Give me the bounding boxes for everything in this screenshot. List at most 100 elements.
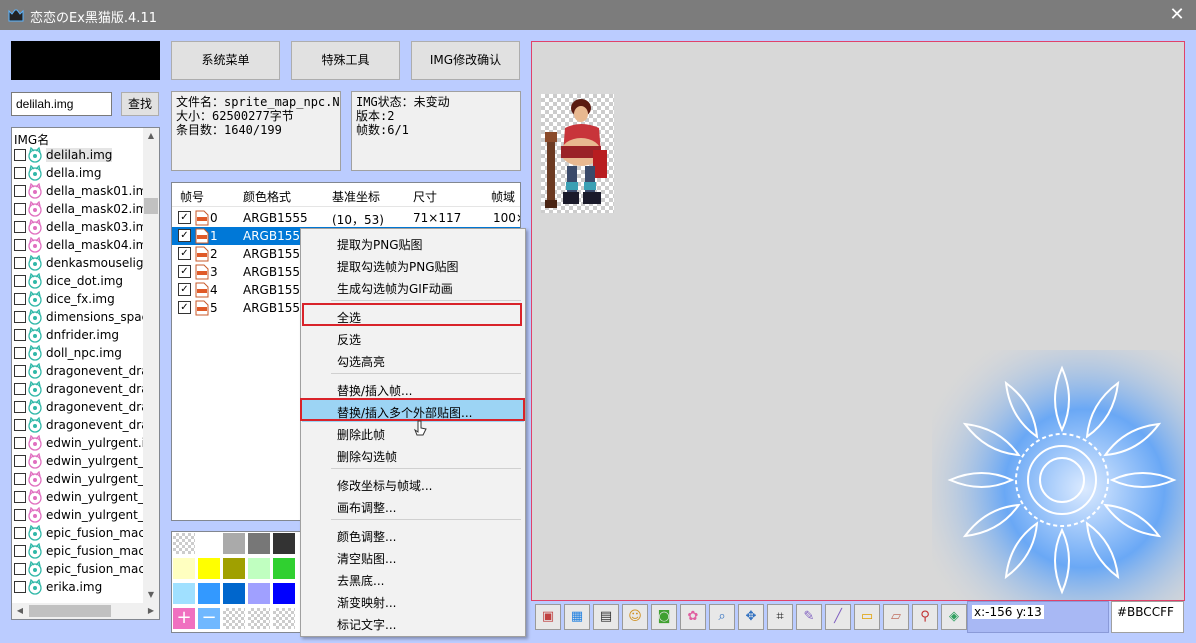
frame-checkbox[interactable]: ✓ — [178, 265, 191, 278]
cat-face-icon[interactable]: ☺ — [622, 604, 648, 630]
img-checkbox[interactable] — [14, 419, 26, 431]
preview-canvas[interactable] — [531, 41, 1185, 601]
context-menu-item[interactable]: 渐变映射... — [302, 590, 524, 612]
search-input[interactable] — [11, 92, 112, 116]
context-menu-item[interactable]: 替换/插入帧... — [302, 378, 524, 400]
add-color-icon[interactable]: + — [172, 607, 196, 630]
img-list-item[interactable]: edwin_yulrgent_r — [12, 506, 159, 524]
scroll-left-arrow-icon[interactable]: ◀ — [12, 603, 28, 619]
context-menu-item[interactable]: 标记文字... — [302, 612, 524, 634]
color-swatch[interactable] — [197, 532, 221, 555]
col-area-header[interactable]: 帧域 — [491, 188, 515, 205]
img-list-item[interactable]: della_mask03.img — [12, 218, 159, 236]
frame-checkbox[interactable]: ✓ — [178, 301, 191, 314]
img-list-item[interactable]: edwin_yulrgent_r — [12, 470, 159, 488]
col-coord-header[interactable]: 基准坐标 — [332, 188, 380, 205]
context-menu-item[interactable]: 修改坐标与帧域... — [302, 473, 524, 495]
img-confirm-button[interactable]: IMG修改确认 — [411, 41, 520, 80]
current-color-hex[interactable]: #BBCCFF — [1111, 601, 1184, 633]
img-checkbox[interactable] — [14, 293, 26, 305]
film-icon[interactable]: ▤ — [593, 604, 619, 630]
context-menu-item[interactable]: 清空贴图... — [302, 546, 524, 568]
crop-icon[interactable]: ⌗ — [767, 604, 793, 630]
transparent-swatch[interactable] — [172, 532, 196, 555]
frame-view-icon[interactable]: ▣ — [535, 604, 561, 630]
color-swatch[interactable] — [272, 557, 296, 580]
img-checkbox[interactable] — [14, 545, 26, 557]
context-menu-item[interactable]: 勾选高亮 — [302, 349, 524, 371]
color-swatch[interactable] — [172, 557, 196, 580]
img-list-item[interactable]: della_mask04.img — [12, 236, 159, 254]
img-list-item[interactable]: dragonevent_drag — [12, 398, 159, 416]
bucket-icon[interactable]: ◈ — [941, 604, 967, 630]
eyedropper-icon[interactable]: ⚲ — [912, 604, 938, 630]
special-tools-button[interactable]: 特殊工具 — [291, 41, 400, 80]
img-checkbox[interactable] — [14, 563, 26, 575]
img-checkbox[interactable] — [14, 527, 26, 539]
img-list-item[interactable]: edwin_yulrgent_r — [12, 488, 159, 506]
transparent-swatch[interactable] — [247, 607, 271, 630]
img-list-item[interactable]: delilah.img — [12, 146, 159, 164]
scroll-down-arrow-icon[interactable]: ▼ — [143, 587, 159, 603]
color-swatch[interactable] — [197, 582, 221, 605]
eraser-icon[interactable]: ▱ — [883, 604, 909, 630]
scroll-right-arrow-icon[interactable]: ▶ — [143, 603, 159, 619]
color-swatch[interactable] — [222, 532, 246, 555]
img-list-item[interactable]: dragonevent_drag — [12, 362, 159, 380]
img-checkbox[interactable] — [14, 221, 26, 233]
img-checkbox[interactable] — [14, 329, 26, 341]
context-menu-item[interactable]: 颜色调整... — [302, 524, 524, 546]
close-icon[interactable]: ✕ — [1166, 4, 1188, 25]
img-list-item[interactable]: dice_fx.img — [12, 290, 159, 308]
img-checkbox[interactable] — [14, 383, 26, 395]
context-menu-item[interactable]: 去黑底... — [302, 568, 524, 590]
line-icon[interactable]: ╱ — [825, 604, 851, 630]
img-checkbox[interactable] — [14, 401, 26, 413]
context-menu-item[interactable]: 反选 — [302, 327, 524, 349]
context-menu-item[interactable]: 提取为PNG贴图 — [302, 232, 524, 254]
img-checkbox[interactable] — [14, 491, 26, 503]
img-checkbox[interactable] — [14, 167, 26, 179]
img-checkbox[interactable] — [14, 347, 26, 359]
vertical-scroll-thumb[interactable] — [144, 198, 158, 214]
img-checkbox[interactable] — [14, 473, 26, 485]
color-swatch[interactable] — [222, 582, 246, 605]
img-list-item[interactable]: epic_fusion_mach — [12, 560, 159, 578]
img-list-item[interactable]: erika.img — [12, 578, 159, 596]
color-swatch[interactable] — [247, 532, 271, 555]
img-checkbox[interactable] — [14, 239, 26, 251]
img-list-item[interactable]: denkasmouselight — [12, 254, 159, 272]
palette-icon[interactable]: ▦ — [564, 604, 590, 630]
paw-icon[interactable]: ✿ — [680, 604, 706, 630]
col-size-header[interactable]: 尺寸 — [413, 188, 437, 205]
vertical-scrollbar[interactable]: ▲ ▼ — [143, 128, 159, 603]
context-menu-item[interactable]: 删除此帧 — [302, 422, 524, 444]
img-list-item[interactable]: dnfrider.img — [12, 326, 159, 344]
img-checkbox[interactable] — [14, 275, 26, 287]
img-list-item[interactable]: dimensions_space — [12, 308, 159, 326]
img-list-item[interactable]: della_mask02.img — [12, 200, 159, 218]
context-menu-item[interactable]: 删除勾选帧 — [302, 444, 524, 466]
context-menu-item[interactable]: 画布调整... — [302, 495, 524, 517]
scroll-up-arrow-icon[interactable]: ▲ — [143, 128, 159, 144]
color-swatch[interactable] — [247, 557, 271, 580]
img-checkbox[interactable] — [14, 581, 26, 593]
magnifier-icon[interactable]: ⌕ — [709, 604, 735, 630]
pencil-icon[interactable]: ✎ — [796, 604, 822, 630]
img-list-item[interactable]: della_mask01.img — [12, 182, 159, 200]
remove-color-icon[interactable]: − — [197, 607, 221, 630]
horizontal-scrollbar[interactable]: ◀ ▶ — [12, 603, 159, 619]
system-menu-button[interactable]: 系统菜单 — [171, 41, 280, 80]
rectangle-icon[interactable]: ▭ — [854, 604, 880, 630]
context-menu-item[interactable]: 提取勾选帧为PNG贴图 — [302, 254, 524, 276]
img-checkbox[interactable] — [14, 203, 26, 215]
frame-checkbox[interactable]: ✓ — [178, 211, 191, 224]
color-swatch[interactable] — [272, 532, 296, 555]
img-list-item[interactable]: epic_fusion_mach — [12, 542, 159, 560]
search-button[interactable]: 查找 — [121, 92, 159, 116]
img-checkbox[interactable] — [14, 437, 26, 449]
color-swatch[interactable] — [172, 582, 196, 605]
img-list-item[interactable]: dragonevent_drag — [12, 380, 159, 398]
img-checkbox[interactable] — [14, 455, 26, 467]
frame-row[interactable]: ✓ 0 ARGB1555 (10，53) 71×117 100× — [172, 209, 520, 227]
